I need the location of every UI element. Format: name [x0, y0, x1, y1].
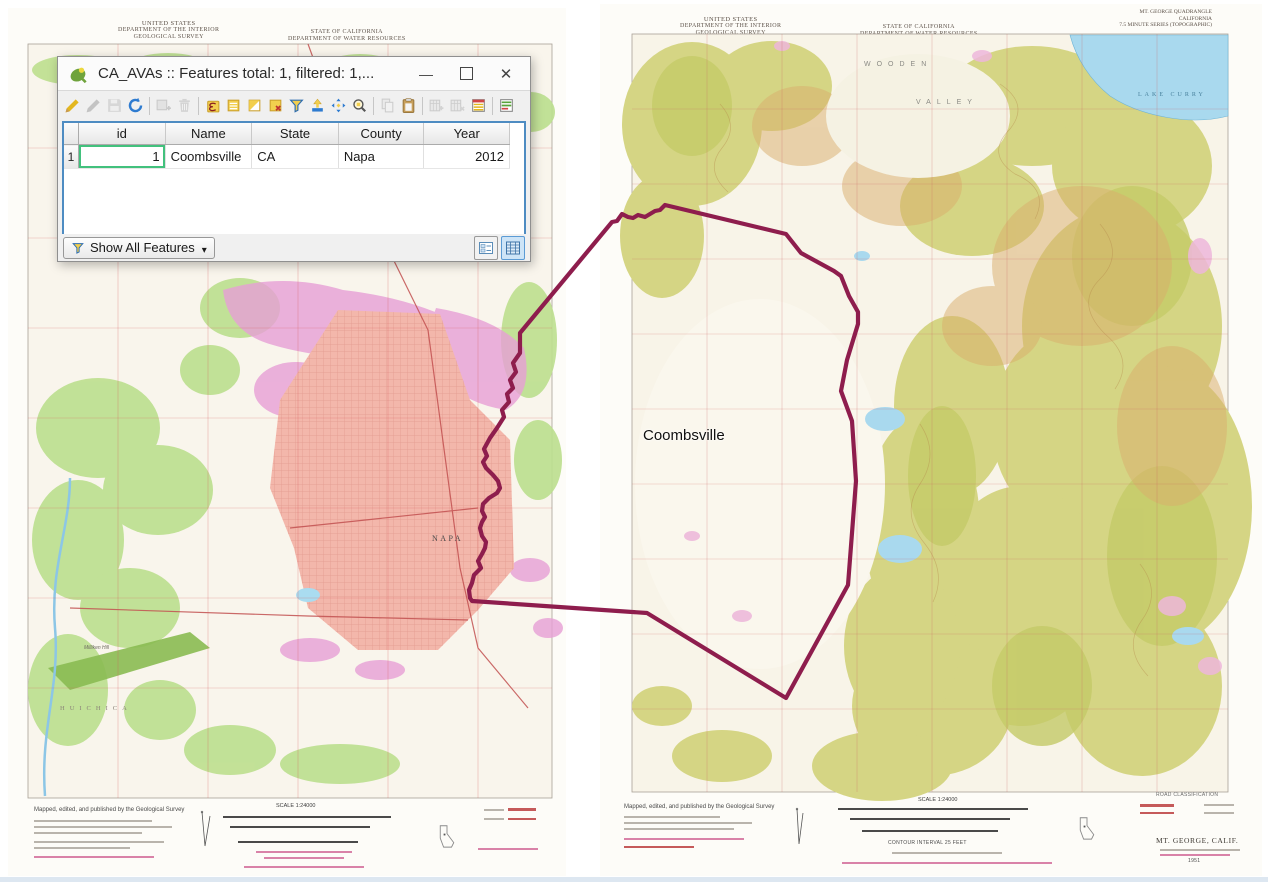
filter-select-icon[interactable] [286, 95, 307, 116]
column-header-id[interactable]: id [78, 123, 165, 145]
column-header-year[interactable]: Year [424, 123, 510, 145]
conditional-formatting-icon[interactable] [496, 95, 517, 116]
qgis-logo-icon [67, 63, 89, 85]
column-header-name[interactable]: Name [165, 123, 252, 145]
row-number[interactable]: 1 [64, 145, 78, 169]
zoom-to-selected-icon[interactable] [349, 95, 370, 116]
deselect-all-icon[interactable] [265, 95, 286, 116]
right-scale-label: SCALE 1:24000 [918, 797, 957, 803]
dropdown-caret-icon: ▾ [202, 245, 207, 256]
column-header-county[interactable]: County [338, 123, 424, 145]
valley-label: VALLEY [916, 99, 978, 106]
show-all-features-label: Show All Features [90, 240, 195, 255]
delete-selected-icon[interactable] [174, 95, 195, 116]
invert-selection-icon[interactable] [244, 95, 265, 116]
window-title-bar[interactable]: CA_AVAs :: Features total: 1, filtered: … [58, 57, 530, 91]
form-view-button[interactable] [474, 236, 498, 260]
select-all-icon[interactable] [223, 95, 244, 116]
lake-curry-label: LAKE CURRY [1138, 92, 1206, 98]
table-view-icon [505, 240, 521, 256]
cell-year[interactable]: 2012 [424, 145, 510, 169]
filter-funnel-icon [71, 241, 85, 255]
header-row: id Name State County Year [64, 123, 510, 145]
pan-to-selected-icon[interactable] [328, 95, 349, 116]
show-all-features-button[interactable]: Show All Features ▾ [63, 237, 215, 259]
left-credit: Mapped, edited, and published by the Geo… [34, 807, 184, 813]
california-index-map-right [1078, 816, 1096, 842]
sheet-year: 1951 [1188, 858, 1200, 864]
maximize-button[interactable] [446, 57, 486, 90]
california-index-map-left [438, 824, 456, 850]
table-row: 1 1 Coombsville CA Napa 2012 [64, 145, 510, 169]
save-edits-icon[interactable] [104, 95, 125, 116]
delete-field-icon[interactable] [447, 95, 468, 116]
napa-city-label: NAPA [432, 534, 463, 543]
left-scale-label: SCALE 1:24000 [276, 803, 315, 809]
cell-state[interactable]: CA [252, 145, 339, 169]
organize-columns-icon[interactable] [468, 95, 489, 116]
sheet-name: MT. GEORGE, CALIF. [1156, 836, 1238, 845]
right-credit: Mapped, edited, and published by the Geo… [624, 804, 774, 810]
corner-header[interactable] [64, 123, 78, 145]
table-view-button[interactable] [501, 236, 525, 260]
new-field-icon[interactable] [426, 95, 447, 116]
cell-id[interactable]: 1 [78, 145, 165, 169]
huichica-label: HUICHICA [60, 705, 132, 712]
attribute-table: id Name State County Year 1 1 Coombsvill… [62, 121, 526, 237]
copy-rows-icon[interactable] [377, 95, 398, 116]
attribute-window-footer: Show All Features ▾ [58, 234, 530, 261]
reload-table-icon[interactable] [125, 95, 146, 116]
declination-diagram [194, 808, 216, 848]
contour-interval-label: CONTOUR INTERVAL 25 FEET [888, 840, 967, 846]
close-button[interactable]: ✕ [486, 57, 526, 90]
declination-diagram-right [788, 806, 810, 846]
window-title: CA_AVAs :: Features total: 1, filtered: … [98, 65, 406, 82]
screenshot-root: UNITED STATES DEPARTMENT OF THE INTERIOR… [0, 0, 1268, 882]
paste-features-icon[interactable] [398, 95, 419, 116]
column-header-state[interactable]: State [252, 123, 339, 145]
road-classification-label: ROAD CLASSIFICATION [1156, 792, 1218, 798]
attribute-table-window: CA_AVAs :: Features total: 1, filtered: … [57, 56, 531, 262]
cell-name[interactable]: Coombsville [165, 145, 252, 169]
form-view-icon [478, 240, 494, 256]
cell-county[interactable]: Napa [338, 145, 424, 169]
coombsville-map-label: Coombsville [643, 427, 725, 444]
milliken-hill-label: Milliken Hill [84, 645, 110, 651]
multi-edit-icon[interactable] [83, 95, 104, 116]
minimize-button[interactable]: — [406, 57, 446, 90]
toggle-editing-icon[interactable] [62, 95, 83, 116]
wooden-label: WOODEN [864, 61, 932, 68]
select-by-expression-icon[interactable] [202, 95, 223, 116]
add-feature-icon[interactable] [153, 95, 174, 116]
bottom-edge-strip [0, 877, 1268, 882]
move-selection-to-top-icon[interactable] [307, 95, 328, 116]
attribute-toolbar [58, 91, 530, 120]
